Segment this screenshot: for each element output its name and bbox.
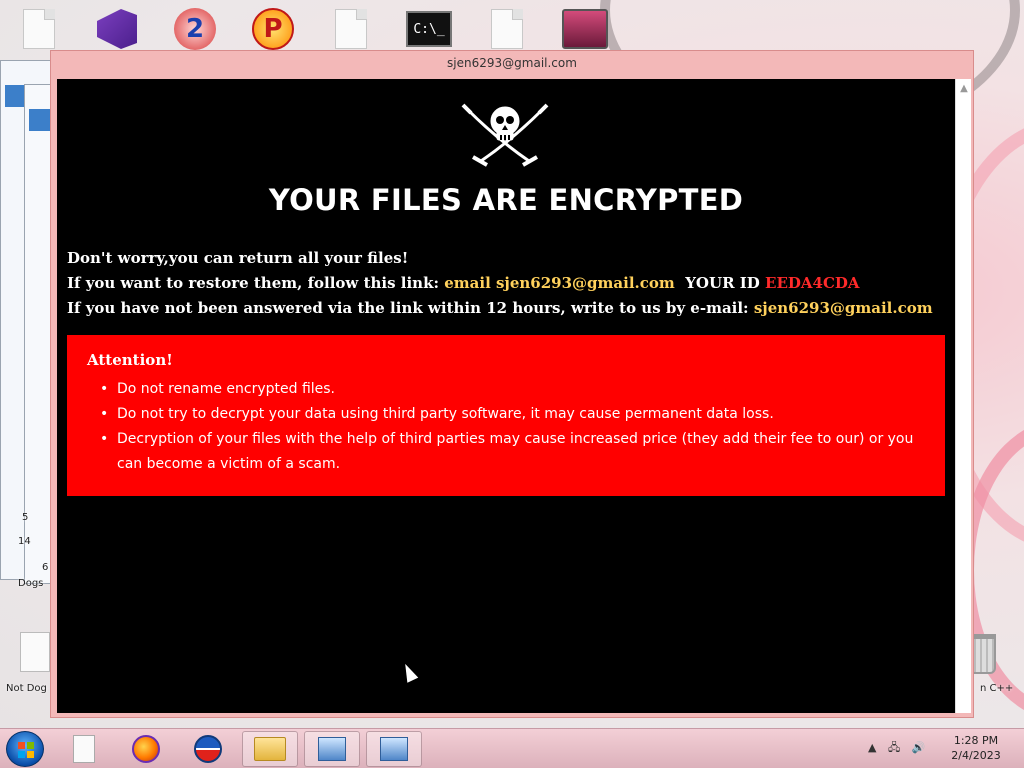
ransom-note-body: YOUR FILES ARE ENCRYPTED Don't worry,you… [57,79,955,713]
desktop-label-5: 5 [22,512,29,523]
desktop-label-6: 6 [42,562,49,573]
ransom-headline: YOUR FILES ARE ENCRYPTED [268,183,744,217]
clock-date: 2/4/2023 [951,749,1001,762]
firefox-icon [132,735,160,763]
cmd-icon[interactable]: C:\_ [404,6,454,52]
start-button[interactable] [6,731,44,767]
window-title[interactable]: sjen6293@gmail.com [51,51,973,75]
taskbar-firefox-button[interactable] [118,731,174,767]
attention-item: Do not rename encrypted files. [87,377,945,402]
attention-box: Attention! Do not rename encrypted files… [67,335,945,496]
taskbar-file-button[interactable] [56,731,112,767]
app-p-icon[interactable]: P [248,6,298,52]
attention-item: Do not try to decrypt your data using th… [87,402,945,427]
clock-time: 1:28 PM [953,734,999,747]
system-tray: ▲ 🖧 🔊 [868,739,933,758]
show-hidden-icons-icon[interactable]: ▲ [868,741,876,754]
network-app-icon [380,737,408,761]
ransom-window[interactable]: sjen6293@gmail.com YOUR FILES ARE ENCRYP… [50,50,974,718]
taskbar: ▲ 🖧 🔊 1:28 PM 2/4/2023 [0,728,1024,768]
fallback-contact-line: If you have not been answered via the li… [67,299,933,317]
network-app-icon [318,737,346,761]
visual-studio-icon[interactable] [92,6,142,52]
attention-item: Decryption of your files with the help o… [87,427,945,477]
taskbar-network-app-button[interactable] [304,731,360,767]
desktop-label-14: 14 [18,536,31,547]
mouse-cursor-icon [399,661,419,683]
restore-email: email sjen6293@gmail.com [444,274,675,292]
taskbar-opera-button[interactable] [180,731,236,767]
restore-instructions-line: If you want to restore them, follow this… [67,274,860,292]
skull-crossed-swords-icon [461,103,549,167]
explorer-folder-icon [254,737,286,761]
cmd-glyph: C:\_ [406,11,452,47]
desktop-file-icon[interactable] [14,6,64,52]
taskbar-network-app-button[interactable] [366,731,422,767]
victim-id-value: EEDA4CDA [765,274,860,292]
victim-id-label: YOUR ID [685,274,760,292]
attention-list: Do not rename encrypted files. Do not tr… [87,377,945,477]
network-status-icon[interactable]: 🖧 [888,741,900,754]
restore-prefix: If you want to restore them, follow this… [67,274,445,292]
scroll-up-arrow-icon[interactable]: ▲ [956,83,972,97]
desktop-file-icon[interactable] [482,6,532,52]
taskbar-explorer-button[interactable] [242,731,298,767]
desktop-file-icon[interactable] [326,6,376,52]
opera-icon [194,735,222,763]
desktop-file-icon[interactable] [20,632,50,672]
fallback-email: sjen6293@gmail.com [753,299,933,317]
taskbar-clock[interactable]: 1:28 PM 2/4/2023 [934,733,1018,763]
fallback-prefix: If you have not been answered via the li… [67,299,754,317]
desktop-label-not-dogs[interactable]: Not Dog [6,683,47,694]
windows-logo-icon [18,742,34,758]
app-2-icon[interactable]: 2 [170,6,220,52]
file-icon [73,735,95,763]
attention-title: Attention! [87,351,173,369]
vertical-scrollbar[interactable]: ▲ [955,79,971,713]
volume-icon[interactable]: 🔊 [912,741,926,754]
desktop-label-dogs[interactable]: Dogs [18,578,43,589]
reassurance-line: Don't worry,you can return all your file… [67,249,409,267]
desktop-label-cpp[interactable]: n C++ [980,683,1013,694]
tv-app-icon[interactable] [560,6,610,52]
